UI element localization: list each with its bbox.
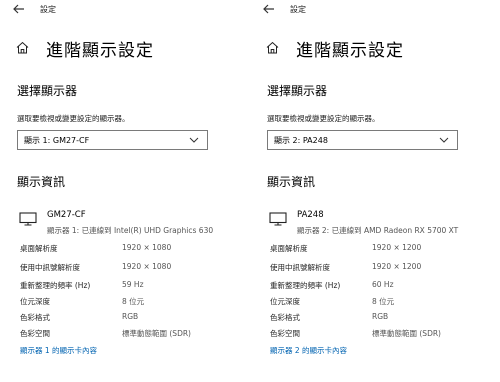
info-value: 標準動態範圍 (SDR) <box>122 329 191 338</box>
display-select-value: 顯示 2: PA248 <box>274 136 328 145</box>
monitor-connection: 顯示器 1: 已連線到 Intel(R) UHD Graphics 630 <box>47 226 214 235</box>
monitor-icon <box>19 212 37 226</box>
select-display-heading: 選擇顯示器 <box>267 84 328 98</box>
home-icon <box>266 41 279 54</box>
info-row-active-signal-resolution: 使用中訊號解析度 1920 × 1200 <box>270 262 490 274</box>
info-row-refresh-rate: 重新整理的頻率 (Hz) 59 Hz <box>20 280 240 292</box>
page-title: 進階顯示設定 <box>46 41 154 61</box>
select-display-hint: 選取要檢視或變更設定的顯示器。 <box>17 114 130 123</box>
info-value: 60 Hz <box>372 280 394 289</box>
info-label: 色彩空間 <box>270 329 300 338</box>
info-value: 8 位元 <box>372 297 395 306</box>
display-info-heading: 顯示資訊 <box>17 175 66 189</box>
display-info-heading: 顯示資訊 <box>267 175 316 189</box>
info-value: 標準動態範圍 (SDR) <box>372 329 441 338</box>
info-value: 1920 × 1200 <box>372 262 422 271</box>
settings-pane-display-1: 設定 進階顯示設定 選擇顯示器 選取要檢視或變更設定的顯示器。 顯示 1: GM… <box>0 0 240 382</box>
info-value: 1920 × 1080 <box>122 243 172 252</box>
info-row-desktop-resolution: 桌面解析度 1920 × 1080 <box>20 243 240 255</box>
info-row-bit-depth: 位元深度 8 位元 <box>20 296 240 308</box>
info-row-color-format: 色彩格式 RGB <box>270 312 490 324</box>
info-label: 色彩空間 <box>20 329 50 338</box>
info-row-color-space: 色彩空間 標準動態範圍 (SDR) <box>20 328 240 340</box>
home-icon <box>16 41 29 54</box>
display-select-dropdown[interactable]: 顯示 1: GM27-CF <box>17 130 208 150</box>
display-adapter-properties-link[interactable]: 顯示器 1 的顯示卡內容 <box>20 345 97 356</box>
info-row-active-signal-resolution: 使用中訊號解析度 1920 × 1080 <box>20 262 240 274</box>
monitor-connection: 顯示器 2: 已連線到 AMD Radeon RX 5700 XT <box>297 226 459 235</box>
select-display-hint: 選取要檢視或變更設定的顯示器。 <box>267 114 380 123</box>
settings-pane-display-2: 設定 進階顯示設定 選擇顯示器 選取要檢視或變更設定的顯示器。 顯示 2: PA… <box>250 0 490 382</box>
page-title: 進階顯示設定 <box>296 41 404 61</box>
info-label: 桌面解析度 <box>270 244 308 253</box>
info-value: RGB <box>372 312 389 321</box>
chevron-down-icon <box>189 137 199 143</box>
info-label: 重新整理的頻率 (Hz) <box>270 281 341 290</box>
info-row-color-space: 色彩空間 標準動態範圍 (SDR) <box>270 328 490 340</box>
info-label: 位元深度 <box>20 297 50 306</box>
window-title: 設定 <box>40 5 56 14</box>
info-row-color-format: 色彩格式 RGB <box>20 312 240 324</box>
info-label: 色彩格式 <box>20 313 50 322</box>
display-select-value: 顯示 1: GM27-CF <box>24 136 90 145</box>
info-label: 桌面解析度 <box>20 244 58 253</box>
chevron-down-icon <box>439 137 449 143</box>
info-row-refresh-rate: 重新整理的頻率 (Hz) 60 Hz <box>270 280 490 292</box>
info-label: 位元深度 <box>270 297 300 306</box>
info-label: 色彩格式 <box>270 313 300 322</box>
display-adapter-properties-link[interactable]: 顯示器 2 的顯示卡內容 <box>270 345 347 356</box>
display-select-dropdown[interactable]: 顯示 2: PA248 <box>267 130 458 150</box>
monitor-icon <box>269 212 287 226</box>
info-row-desktop-resolution: 桌面解析度 1920 × 1200 <box>270 243 490 255</box>
info-label: 使用中訊號解析度 <box>20 263 80 272</box>
info-value: 1920 × 1200 <box>372 243 422 252</box>
info-value: 59 Hz <box>122 280 144 289</box>
info-value: 8 位元 <box>122 297 145 306</box>
monitor-name: PA248 <box>297 210 324 220</box>
select-display-heading: 選擇顯示器 <box>17 84 78 98</box>
info-label: 使用中訊號解析度 <box>270 263 330 272</box>
info-value: 1920 × 1080 <box>122 262 172 271</box>
back-arrow-icon[interactable] <box>262 2 276 16</box>
info-label: 重新整理的頻率 (Hz) <box>20 281 91 290</box>
window-title: 設定 <box>290 5 306 14</box>
back-arrow-icon[interactable] <box>12 2 26 16</box>
monitor-name: GM27-CF <box>47 210 86 220</box>
info-row-bit-depth: 位元深度 8 位元 <box>270 296 490 308</box>
info-value: RGB <box>122 312 139 321</box>
